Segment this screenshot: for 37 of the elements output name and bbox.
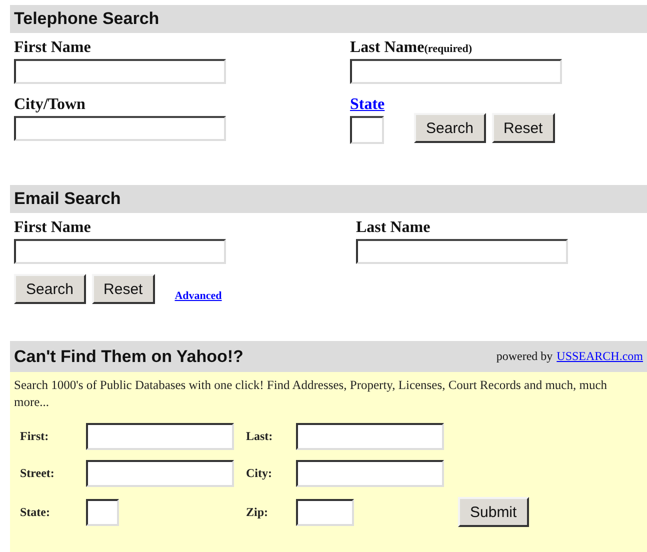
section-header: Email Search [10,185,647,213]
first-name-field[interactable] [14,59,226,84]
state-field[interactable] [350,116,384,144]
text-field[interactable] [296,498,354,526]
text-field[interactable] [296,460,444,487]
field-label: City: [246,466,273,481]
field-label: First Name [14,39,91,57]
provider-link[interactable]: USSEARCH.com [556,349,643,364]
form-button[interactable]: Reset [92,274,155,304]
text-field[interactable] [86,498,119,526]
field-label: City/Town [14,96,86,114]
text-field[interactable] [296,423,444,450]
field-label: Zip: [246,504,270,520]
description-text: Search 1000's of Public Databases with one click! Find Addresses, Property, Licenses, Court Records and much, much more... [14,377,608,411]
field-label: First: [20,429,50,444]
last-name-field[interactable] [356,239,568,264]
last-name-field[interactable] [350,59,562,84]
field-label: Last: [246,429,274,444]
powered-by-text: powered by [496,349,553,364]
first-name-field[interactable] [14,239,226,264]
state-link[interactable]: State [350,96,385,114]
section-title: Can't Find Them on Yahoo!? [14,346,244,366]
form-button[interactable]: Reset [492,113,555,143]
form-button[interactable]: Search [14,274,86,304]
text-field[interactable] [86,423,234,450]
advanced-link[interactable]: Advanced [174,290,222,302]
field-label: Street: [20,466,56,481]
field-label: Last Name [356,219,430,237]
city-field[interactable] [14,116,226,141]
field-label: Last Name [350,39,424,57]
field-label: State: [20,504,51,520]
submit-button[interactable]: Submit [458,497,529,527]
form-button[interactable]: Search [414,113,486,143]
required-note: (required) [424,43,472,55]
text-field[interactable] [86,460,234,487]
section-header: Telephone Search [10,5,647,33]
field-label: First Name [14,219,91,237]
